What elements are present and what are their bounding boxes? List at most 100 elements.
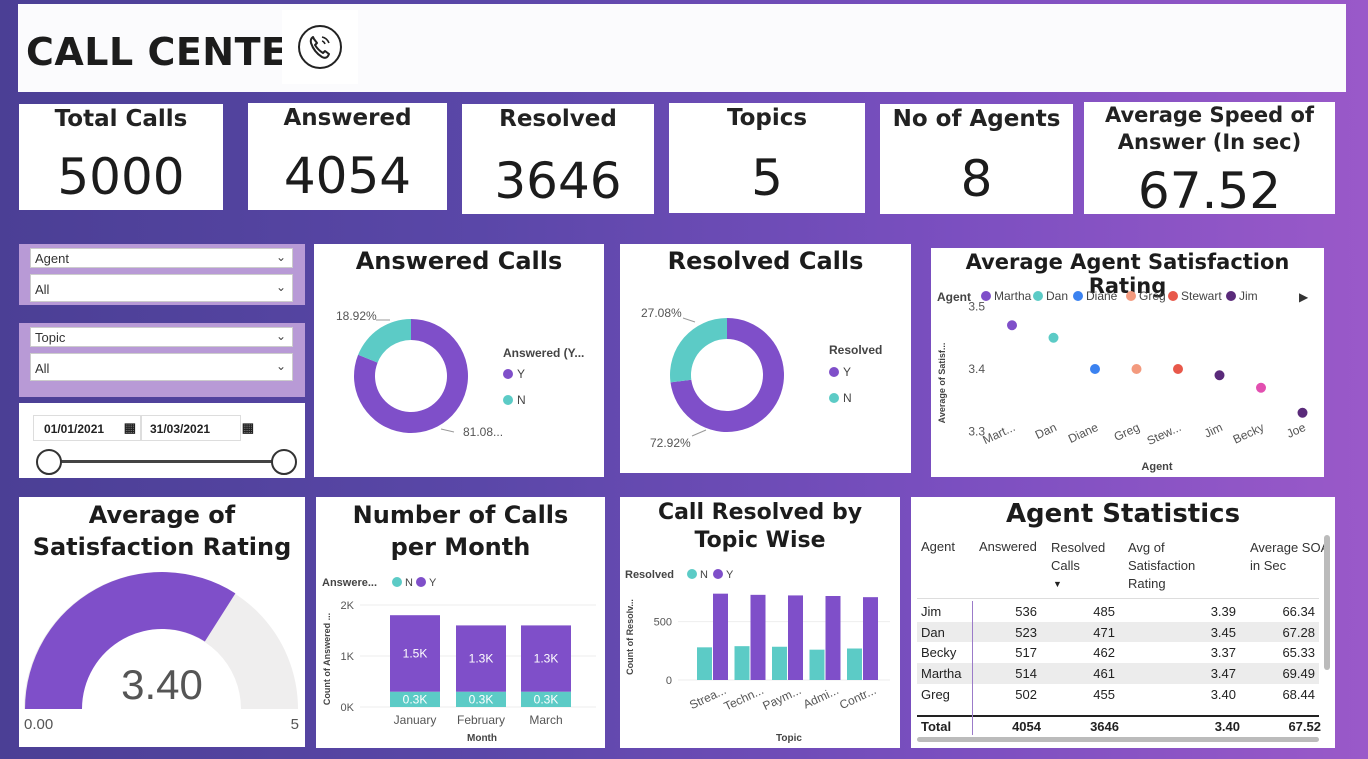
table-row[interactable]: Dan 523 471 3.45 67.28 bbox=[917, 621, 1319, 643]
column-header-answered[interactable]: Answered bbox=[979, 539, 1037, 554]
resolved-by-topic-card: Call Resolved by Topic Wise Resolved N Y… bbox=[620, 497, 900, 748]
legend-n-dot bbox=[392, 577, 402, 587]
legend-y-dot bbox=[416, 577, 426, 587]
donut-slice-n[interactable] bbox=[358, 319, 411, 363]
horizontal-scrollbar[interactable] bbox=[917, 737, 1319, 742]
page-title: CALL CENTER bbox=[26, 30, 318, 74]
sort-desc-icon[interactable]: ▼ bbox=[1053, 579, 1062, 589]
kpi-value: 3646 bbox=[494, 152, 622, 210]
column-header-resolved[interactable]: Resolved Calls bbox=[1051, 539, 1123, 575]
bar-y[interactable] bbox=[788, 595, 803, 680]
vertical-scrollbar[interactable] bbox=[1324, 535, 1330, 670]
bar-n[interactable] bbox=[734, 646, 750, 680]
legend-next-arrow-icon[interactable]: ▶ bbox=[1299, 290, 1309, 304]
date-range-start-handle[interactable] bbox=[36, 449, 62, 475]
date-slicer: 01/01/2021 ▦ 31/03/2021 ▦ bbox=[19, 403, 305, 478]
scatter-point[interactable] bbox=[1007, 320, 1017, 331]
answered-calls-donut: 18.92% 81.08... Answered (Y... Y N bbox=[336, 309, 584, 439]
bar-n-data-label: 0.3K bbox=[469, 692, 494, 706]
scatter-point[interactable] bbox=[1173, 364, 1183, 374]
scatter-point[interactable] bbox=[1256, 382, 1266, 393]
kpi-value: 4054 bbox=[283, 147, 412, 205]
table-row[interactable]: Martha 514 461 3.47 69.49 bbox=[917, 663, 1319, 684]
legend-y-dot bbox=[829, 367, 839, 377]
table-total-row: Total 4054 3646 3.40 67.52 bbox=[917, 715, 1321, 735]
column-header-satisfaction[interactable]: Avg of Satisfaction Rating bbox=[1128, 539, 1218, 593]
topic-slicer-header[interactable]: Topic ⌄ bbox=[30, 327, 293, 347]
scatter-point[interactable] bbox=[1214, 370, 1225, 381]
calendar-icon[interactable]: ▦ bbox=[124, 420, 136, 436]
bar-y[interactable] bbox=[825, 596, 841, 680]
cell-value: 3.37 bbox=[1210, 645, 1236, 661]
donut-slice-n[interactable] bbox=[670, 318, 727, 383]
satisfaction-scatter-chart: Agent Martha Dan Diane Greg Stewart Jim ▶ Ave… bbox=[937, 289, 1309, 473]
bar-n[interactable] bbox=[847, 648, 862, 681]
satisfaction-scatter-card: Average Agent Satisfaction Rating Agent … bbox=[931, 248, 1324, 477]
satisfaction-gauge-card: Average of Satisfaction Rating 3.40 0.00… bbox=[19, 497, 305, 747]
legend-y-label[interactable]: Y bbox=[843, 365, 851, 379]
legend-n-label[interactable]: N bbox=[405, 577, 413, 589]
legend-label[interactable]: Martha bbox=[994, 289, 1032, 303]
scatter-point[interactable] bbox=[1048, 332, 1059, 343]
x-tick-label: Contr... bbox=[837, 683, 878, 712]
legend-label[interactable]: Stewart bbox=[1181, 289, 1222, 303]
x-axis-label: Agent bbox=[1141, 461, 1173, 473]
gauge-value: 3.40 bbox=[121, 661, 203, 708]
agent-slicer-label: Agent bbox=[35, 251, 69, 266]
bar-n-data-label: 0.3K bbox=[534, 692, 559, 706]
legend-dot bbox=[1073, 291, 1083, 301]
bar-n[interactable] bbox=[772, 646, 787, 680]
end-date-input[interactable]: 31/03/2021 ▦ bbox=[141, 415, 254, 441]
x-tick-label: Strea... bbox=[687, 683, 728, 712]
calls-per-month-chart: Answere... N Y Count of Answered ... 2K 1… bbox=[322, 577, 596, 744]
legend-title: Resolved bbox=[829, 343, 882, 357]
resolved-calls-donut: 27.08% 72.92% Resolved Y N bbox=[641, 306, 882, 450]
bar-n[interactable] bbox=[697, 647, 712, 680]
calendar-icon[interactable]: ▦ bbox=[242, 420, 254, 436]
table-row[interactable]: Becky 517 462 3.37 65.33 bbox=[917, 642, 1319, 664]
legend-title: Answere... bbox=[322, 577, 377, 589]
scatter-point[interactable] bbox=[1297, 407, 1308, 418]
legend-n-label[interactable]: N bbox=[517, 393, 526, 407]
kpi-total-calls: Total Calls 5000 bbox=[19, 104, 223, 210]
legend-title: Answered (Y... bbox=[503, 346, 584, 360]
legend-label[interactable]: Diane bbox=[1086, 289, 1118, 303]
kpi-label: Answered bbox=[283, 105, 412, 131]
legend-label[interactable]: Jim bbox=[1239, 289, 1258, 303]
cell-value: 68.44 bbox=[1282, 686, 1315, 702]
label-n-percent: 27.08% bbox=[641, 306, 682, 320]
start-date-input[interactable]: 01/01/2021 ▦ bbox=[33, 415, 141, 441]
legend-y-label[interactable]: Y bbox=[726, 569, 734, 581]
cell-value: 461 bbox=[1093, 665, 1115, 681]
date-range-track bbox=[49, 460, 285, 463]
legend-n-label[interactable]: N bbox=[700, 569, 708, 581]
legend-label[interactable]: Dan bbox=[1046, 289, 1068, 303]
column-header-agent[interactable]: Agent bbox=[921, 539, 955, 554]
legend-y-label[interactable]: Y bbox=[429, 577, 437, 589]
bar-y-data-label: 1.5K bbox=[403, 646, 428, 660]
legend-y-label[interactable]: Y bbox=[517, 367, 525, 381]
legend-label[interactable]: Greg bbox=[1139, 289, 1166, 303]
scatter-point[interactable] bbox=[1090, 364, 1100, 374]
table-row[interactable]: Jim 536 485 3.39 66.34 bbox=[917, 601, 1319, 622]
x-tick-label: Paym... bbox=[760, 683, 803, 713]
column-header-soa[interactable]: Average SOA in Sec bbox=[1250, 539, 1330, 575]
bar-n[interactable] bbox=[809, 649, 825, 680]
legend-n-label[interactable]: N bbox=[843, 391, 852, 405]
date-range-end-handle[interactable] bbox=[271, 449, 297, 475]
bar-y[interactable] bbox=[713, 593, 728, 680]
table-row[interactable]: Greg 502 455 3.40 68.44 bbox=[917, 683, 1319, 705]
total-label: Total bbox=[921, 719, 952, 734]
cell-value: 502 bbox=[1015, 686, 1037, 702]
agent-select[interactable]: All ⌄ bbox=[30, 274, 293, 302]
label-y-percent: 81.08... bbox=[463, 425, 503, 439]
topic-select[interactable]: All ⌄ bbox=[30, 353, 293, 381]
kpi-label: No of Agents bbox=[892, 106, 1061, 132]
scatter-point[interactable] bbox=[1131, 364, 1142, 374]
y-axis-label: Count of Resolv... bbox=[625, 599, 635, 675]
agent-slicer-header[interactable]: Agent ⌄ bbox=[30, 248, 293, 268]
bar-y[interactable] bbox=[863, 597, 878, 680]
legend-dot bbox=[1168, 291, 1178, 301]
cell-value: 3.45 bbox=[1210, 624, 1236, 640]
bar-y[interactable] bbox=[750, 594, 766, 680]
